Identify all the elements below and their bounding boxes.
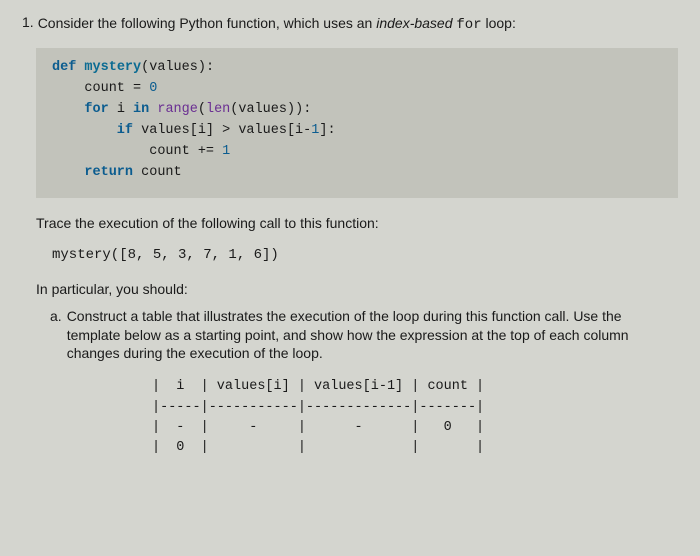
code-l1-rest: (values): bbox=[141, 60, 214, 75]
part-a-text: Construct a table that illustrates the e… bbox=[67, 307, 662, 364]
builtin-range: range bbox=[157, 102, 198, 117]
code-l4-rest: values[i] > values[i- bbox=[133, 123, 311, 138]
code-l2-num: 0 bbox=[149, 81, 157, 96]
table-row-initial: | - | - | - | 0 | bbox=[152, 420, 484, 435]
code-block: def mystery(values): count = 0 for i in … bbox=[36, 48, 678, 198]
question-header: 1. Consider the following Python functio… bbox=[22, 14, 678, 34]
code-l3-rest: (values)): bbox=[230, 102, 311, 117]
part-a-letter: a. bbox=[50, 307, 62, 364]
q-italic: index-based bbox=[376, 15, 452, 31]
fn-name: mystery bbox=[84, 60, 141, 75]
call-expression: mystery([8, 5, 3, 7, 1, 6]) bbox=[52, 247, 678, 263]
code-l6-rest: count bbox=[133, 165, 182, 180]
q-text-3: loop: bbox=[482, 15, 516, 31]
code-l2a: count = bbox=[52, 81, 149, 96]
trace-prompt: Trace the execution of the following cal… bbox=[36, 214, 678, 233]
code-l3-p1: ( bbox=[198, 102, 206, 117]
q-mono: for bbox=[456, 17, 481, 33]
table-row-header: | i | values[i] | values[i-1] | count | bbox=[152, 379, 484, 394]
code-l5a: count += bbox=[52, 144, 222, 159]
code-l4-end: ]: bbox=[319, 123, 335, 138]
table-row-0: | 0 | | | | bbox=[152, 440, 484, 455]
kw-def: def bbox=[52, 60, 76, 75]
code-l5-num: 1 bbox=[222, 144, 230, 159]
kw-in: in bbox=[133, 102, 149, 117]
code-l3-var: i bbox=[109, 102, 133, 117]
table-row-divider: |-----|-----------|-------------|-------… bbox=[152, 400, 484, 415]
q-text-1: Consider the following Python function, … bbox=[38, 15, 377, 31]
kw-for: for bbox=[52, 102, 109, 117]
builtin-len: len bbox=[206, 102, 230, 117]
question-text: Consider the following Python function, … bbox=[38, 14, 516, 34]
sub-header: In particular, you should: bbox=[36, 281, 678, 297]
part-a: a. Construct a table that illustrates th… bbox=[50, 307, 662, 364]
kw-if: if bbox=[52, 123, 133, 138]
kw-return: return bbox=[52, 165, 133, 180]
trace-table: | i | values[i] | values[i-1] | count | … bbox=[152, 377, 678, 458]
question-number: 1. bbox=[22, 14, 34, 34]
